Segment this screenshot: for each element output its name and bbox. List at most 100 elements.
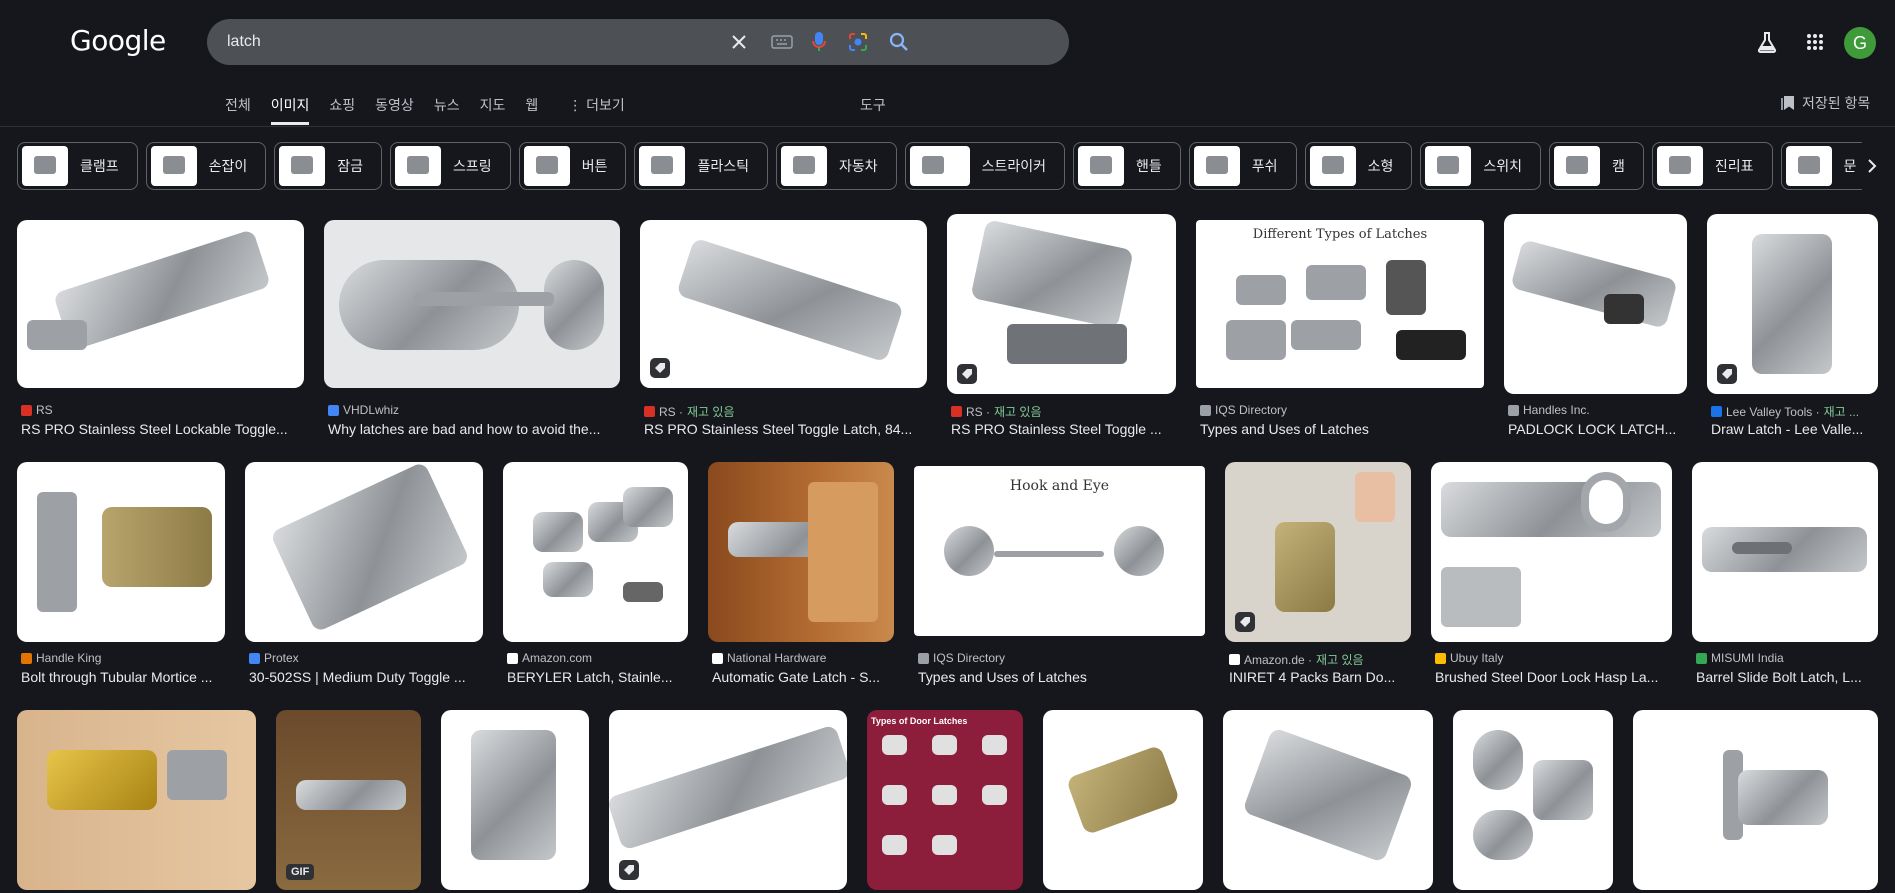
chip-small[interactable]: 소형	[1304, 142, 1413, 190]
result-thumbnail[interactable]	[1431, 462, 1672, 642]
result-title[interactable]: RS PRO Stainless Steel Toggle ...	[951, 421, 1180, 437]
result-thumbnail[interactable]	[17, 220, 304, 388]
chevron-right-icon[interactable]	[1862, 156, 1882, 176]
image-result[interactable]: Lee Valley Tools · 재고 ... Draw Latch - L…	[1707, 214, 1878, 440]
tab-all[interactable]: 전체	[225, 95, 251, 125]
result-title[interactable]: Why latches are bad and how to avoid the…	[328, 421, 624, 437]
chip-push[interactable]: 푸쉬	[1188, 142, 1297, 190]
result-title[interactable]: Brushed Steel Door Lock Hasp La...	[1435, 669, 1676, 685]
image-result[interactable]: Handles Inc. PADLOCK LOCK LATCH...	[1504, 214, 1687, 440]
result-title[interactable]: RS PRO Stainless Steel Lockable Toggle..…	[21, 421, 308, 437]
image-result[interactable]: Amazon.de · 재고 있음 INIRET 4 Packs Barn Do…	[1225, 462, 1411, 688]
result-title[interactable]: RS PRO Stainless Steel Toggle Latch, 84.…	[644, 421, 931, 437]
result-thumbnail[interactable]	[1504, 214, 1687, 394]
result-thumbnail[interactable]	[640, 220, 927, 388]
result-title[interactable]: Types and Uses of Latches	[1200, 421, 1488, 437]
image-result[interactable]	[441, 710, 589, 890]
image-result[interactable]: MISUMI India Barrel Slide Bolt Latch, L.…	[1692, 462, 1878, 688]
result-title[interactable]: Automatic Gate Latch - S...	[712, 669, 898, 685]
labs-flask-icon[interactable]	[1755, 30, 1779, 54]
tab-maps[interactable]: 지도	[480, 95, 506, 125]
chip-car[interactable]: 자동차	[775, 142, 897, 190]
tab-videos[interactable]: 동영상	[375, 95, 414, 125]
search-icon[interactable]	[887, 30, 911, 54]
result-thumbnail[interactable]	[1453, 710, 1613, 890]
result-title[interactable]: INIRET 4 Packs Barn Do...	[1229, 669, 1415, 685]
result-thumbnail[interactable]	[1043, 710, 1203, 890]
result-thumbnail[interactable]: Hook and Eye	[914, 466, 1205, 636]
image-result[interactable]: Ubuy Italy Brushed Steel Door Lock Hasp …	[1431, 462, 1672, 688]
image-result[interactable]	[609, 710, 847, 890]
chip-lock[interactable]: 잠금	[274, 142, 383, 190]
chip-handle-2[interactable]: 핸들	[1073, 142, 1181, 190]
image-result[interactable]: RS RS PRO Stainless Steel Lockable Toggl…	[17, 220, 304, 440]
result-thumbnail[interactable]: Different Types of Latches	[1196, 220, 1484, 388]
image-result[interactable]	[1223, 710, 1433, 890]
tab-web[interactable]: 웹	[525, 95, 538, 125]
lens-icon[interactable]	[846, 30, 870, 54]
image-result[interactable]: RS · 재고 있음 RS PRO Stainless Steel Toggle…	[640, 220, 927, 440]
result-thumbnail[interactable]	[441, 710, 589, 890]
result-thumbnail[interactable]: GIF	[276, 710, 421, 890]
result-title[interactable]: Draw Latch - Lee Valle...	[1711, 421, 1882, 437]
result-title[interactable]: BERYLER Latch, Stainle...	[507, 669, 692, 685]
image-result[interactable]: VHDLwhiz Why latches are bad and how to …	[324, 220, 620, 440]
image-result[interactable]: GIF	[276, 710, 421, 890]
image-result[interactable]: Amazon.com BERYLER Latch, Stainle...	[503, 462, 688, 688]
image-result[interactable]: Types of Door Latches	[867, 710, 1023, 890]
result-thumbnail[interactable]	[708, 462, 894, 642]
result-thumbnail[interactable]	[1633, 710, 1878, 890]
clear-icon[interactable]	[727, 30, 751, 54]
chip-handle[interactable]: 손잡이	[145, 142, 267, 190]
tab-shopping[interactable]: 쇼핑	[329, 95, 355, 125]
result-thumbnail[interactable]	[17, 710, 256, 890]
tab-images[interactable]: 이미지	[270, 95, 310, 125]
result-title[interactable]: PADLOCK LOCK LATCH...	[1508, 421, 1691, 437]
chip-button[interactable]: 버튼	[518, 142, 627, 190]
tab-news[interactable]: 뉴스	[434, 95, 460, 125]
image-result[interactable]: Hook and Eye IQS Directory Types and Use…	[914, 466, 1205, 688]
image-result[interactable]: RS · 재고 있음 RS PRO Stainless Steel Toggle…	[947, 214, 1176, 440]
result-thumbnail[interactable]	[503, 462, 688, 642]
chip-truth-table[interactable]: 진리표	[1651, 142, 1773, 190]
tools-button[interactable]: 도구	[860, 95, 886, 115]
account-avatar[interactable]: G	[1844, 27, 1876, 59]
chip-switch[interactable]: 스위치	[1420, 142, 1541, 190]
result-thumbnail[interactable]	[1692, 462, 1878, 642]
result-thumbnail[interactable]	[1707, 214, 1878, 394]
search-bar[interactable]	[207, 19, 1069, 65]
result-title[interactable]: Types and Uses of Latches	[918, 669, 1209, 685]
chip-clamp[interactable]: 클램프	[17, 142, 138, 190]
result-thumbnail[interactable]	[609, 710, 847, 890]
result-thumbnail[interactable]	[245, 462, 483, 642]
result-thumbnail[interactable]	[1223, 710, 1433, 890]
image-result[interactable]: Different Types of Latches IQS Directory…	[1196, 220, 1484, 440]
result-title[interactable]: 30-502SS | Medium Duty Toggle ...	[249, 669, 487, 685]
image-result[interactable]: Protex 30-502SS | Medium Duty Toggle ...	[245, 462, 483, 688]
result-title[interactable]: Bolt through Tubular Mortice ...	[21, 669, 229, 685]
result-thumbnail[interactable]: Types of Door Latches	[867, 710, 1023, 890]
image-result[interactable]: National Hardware Automatic Gate Latch -…	[708, 462, 894, 688]
image-result[interactable]	[1043, 710, 1203, 890]
chip-spring[interactable]: 스프링	[390, 142, 511, 190]
apps-grid-icon[interactable]	[1803, 30, 1827, 54]
chip-striker[interactable]: 스트라이커	[904, 142, 1066, 190]
tab-more[interactable]: ⋮ 더보기	[568, 95, 625, 125]
result-thumbnail[interactable]	[17, 462, 225, 642]
keyboard-icon[interactable]	[770, 30, 794, 54]
result-thumbnail[interactable]	[947, 214, 1176, 394]
image-result[interactable]	[17, 710, 256, 890]
voice-search-icon[interactable]	[807, 30, 831, 54]
image-result[interactable]	[1633, 710, 1878, 890]
image-result[interactable]: Handle King Bolt through Tubular Mortice…	[17, 462, 225, 688]
image-result[interactable]	[1453, 710, 1613, 890]
result-thumbnail[interactable]	[324, 220, 620, 388]
result-thumbnail[interactable]	[1225, 462, 1411, 642]
chip-cam[interactable]: 캠	[1548, 142, 1644, 190]
chip-door[interactable]: 문	[1780, 142, 1862, 190]
chip-label: 손잡이	[208, 158, 248, 174]
chip-plastic[interactable]: 플라스틱	[634, 142, 768, 190]
result-title[interactable]: Barrel Slide Bolt Latch, L...	[1696, 669, 1882, 685]
saved-items-link[interactable]: 저장된 항목	[1780, 93, 1870, 113]
google-logo[interactable]: Google	[70, 24, 166, 57]
